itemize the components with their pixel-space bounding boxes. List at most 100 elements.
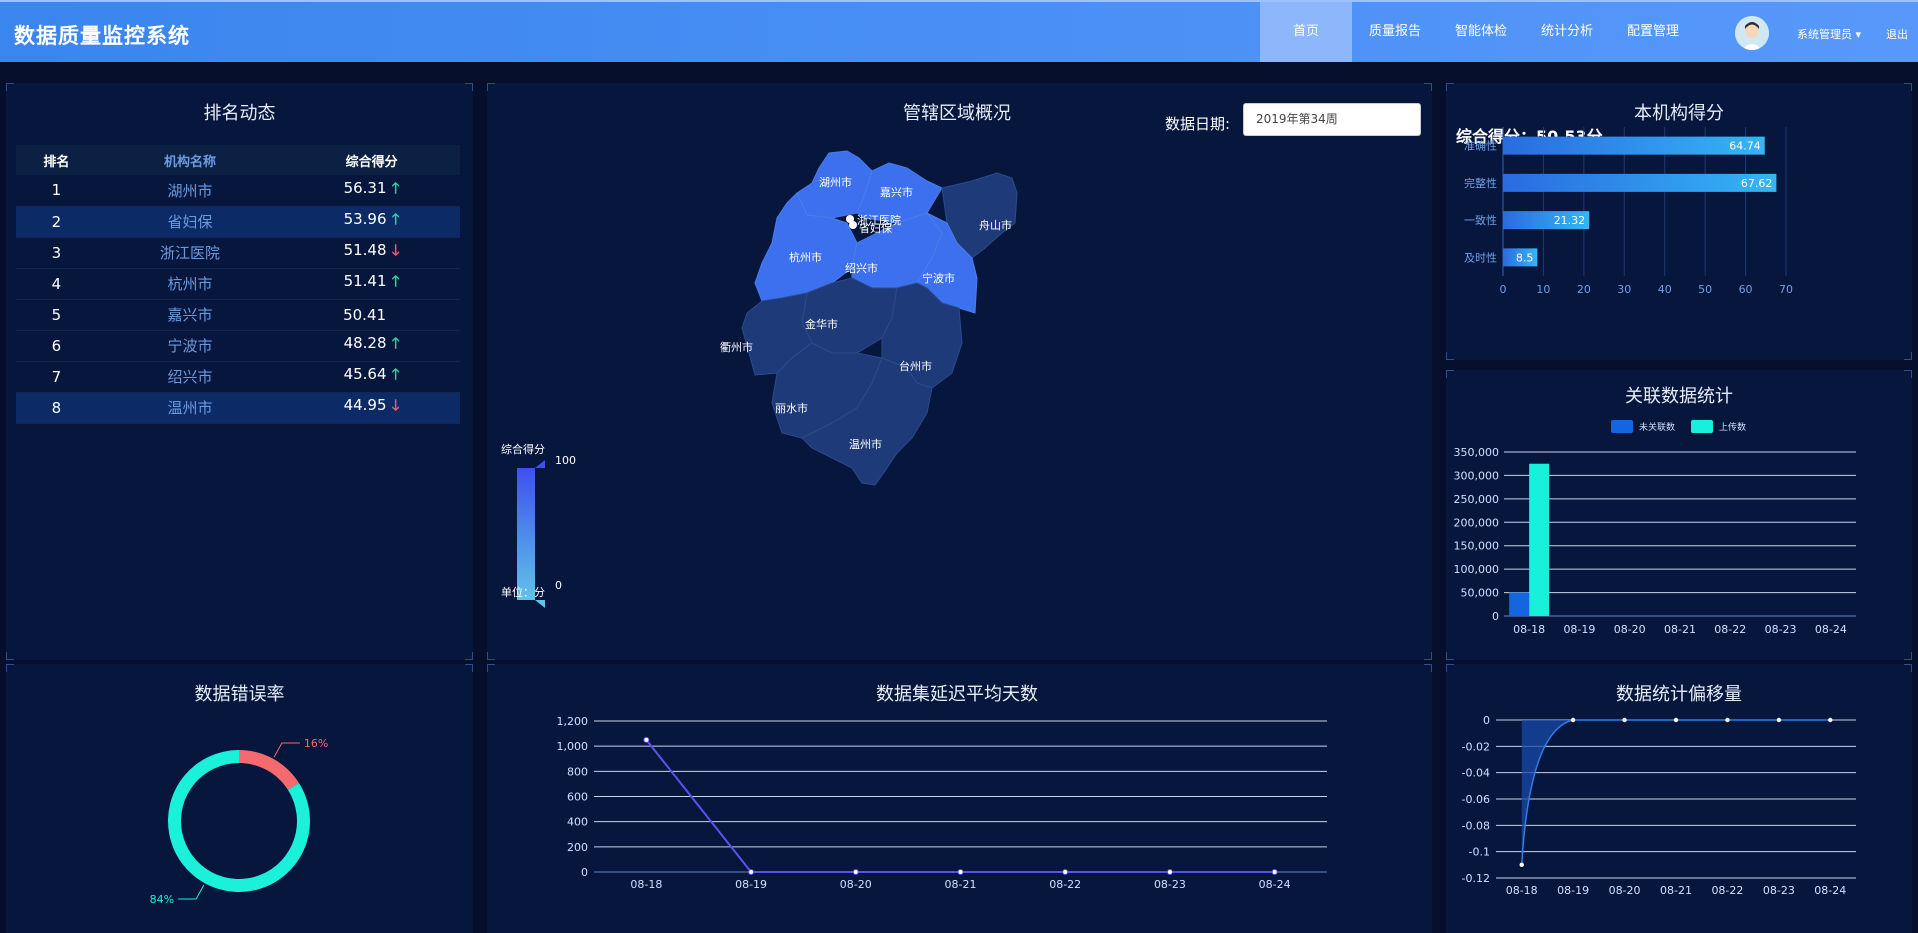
org-name-cell[interactable]: 绍兴市: [96, 361, 284, 393]
x-tick-label: 60: [1739, 283, 1753, 296]
series-line: [645, 739, 1275, 873]
score-cell: 51.48 🡓: [283, 237, 460, 269]
nav-quality-report[interactable]: 质量报告: [1352, 2, 1438, 62]
score-cell: 48.28 🡑: [283, 330, 460, 362]
score-value: 50.41: [343, 305, 387, 324]
score-value: 56.31: [343, 178, 387, 197]
series-line: [1520, 719, 1831, 865]
region-label-zhoushan: 舟山市: [979, 218, 1012, 232]
bar: [1503, 136, 1765, 155]
table-row[interactable]: 3 浙江医院 51.48 🡓: [16, 237, 460, 269]
legend-unit: 单位：分: [501, 585, 545, 599]
error-rate-panel: 数据错误率 16% 84%: [6, 664, 473, 933]
user-menu[interactable]: 系统管理员 ▾: [1797, 26, 1861, 42]
x-tick-label: 08-24: [1814, 884, 1846, 897]
x-tick-label: 08-22: [1714, 623, 1746, 636]
ranking-panel: 排名动态 排名 机构名称 综合得分 1 湖州市 56.31 🡑 2 省妇保 53.96 🡑…: [6, 83, 473, 660]
bar: [1503, 173, 1777, 192]
nav-home[interactable]: 首页: [1260, 2, 1352, 62]
y-tick-label: 350,000: [1454, 446, 1500, 459]
nav-smart-check[interactable]: 智能体检: [1438, 2, 1524, 62]
ranking-table: 排名 机构名称 综合得分 1 湖州市 56.31 🡑 2 省妇保 53.96 🡑 3 浙江医院…: [16, 145, 460, 424]
legend-handle-top[interactable]: [535, 460, 545, 468]
data-point: [957, 869, 964, 875]
org-name-cell[interactable]: 嘉兴市: [96, 299, 284, 331]
data-point: [1622, 717, 1627, 723]
x-tick-label: 08-20: [840, 878, 872, 891]
data-point: [1166, 869, 1173, 875]
data-point: [1062, 869, 1069, 875]
arrow-up-icon: 🡑: [386, 334, 400, 352]
region-label-shaoxing: 绍兴市: [845, 261, 878, 275]
region-label-huzhou: 湖州市: [819, 175, 852, 189]
user-name: 系统管理员: [1797, 28, 1852, 41]
score-cell: 53.96 🡑: [283, 206, 460, 238]
data-point: [1725, 717, 1730, 723]
y-tick-label: 1,200: [557, 715, 589, 728]
label-leader: [178, 884, 205, 900]
error-rate-chart: 16% 84%: [150, 737, 329, 906]
org-name-cell[interactable]: 温州市: [96, 392, 284, 424]
table-row[interactable]: 8 温州市 44.95 🡓: [16, 392, 460, 424]
region-label-taizhou: 台州市: [899, 359, 932, 373]
relation-chart: 未关联数 上传数 0 50,000 100,000 150,000 200,000 250,0…: [1454, 420, 1856, 636]
y-tick-label: 一致性: [1464, 213, 1497, 227]
org-name-cell[interactable]: 省妇保: [96, 206, 284, 238]
table-row[interactable]: 7 绍兴市 45.64 🡑: [16, 361, 460, 393]
nav-statistics[interactable]: 统计分析: [1524, 2, 1610, 62]
marker-fubao[interactable]: [849, 221, 857, 229]
table-row[interactable]: 2 省妇保 53.96 🡑: [16, 206, 460, 238]
legend-label: 未关联数: [1639, 421, 1675, 433]
y-tick-label: 600: [567, 791, 588, 804]
score-cell: 45.64 🡑: [283, 361, 460, 393]
y-tick-label: -0.1: [1469, 846, 1490, 859]
avatar[interactable]: [1735, 16, 1769, 50]
table-row[interactable]: 5 嘉兴市 50.41: [16, 299, 460, 331]
table-row[interactable]: 1 湖州市 56.31 🡑: [16, 175, 460, 207]
org-name-cell[interactable]: 浙江医院: [96, 237, 284, 269]
error-slice: [239, 750, 299, 790]
x-tick-label: 08-21: [1660, 884, 1692, 897]
score-value: 51.48: [343, 241, 387, 259]
org-name-cell[interactable]: 杭州市: [96, 268, 284, 300]
legend-gradient[interactable]: [517, 468, 535, 600]
x-tick-label: 50: [1698, 283, 1712, 296]
y-tick-label: 完整性: [1464, 176, 1497, 190]
org-name-cell[interactable]: 宁波市: [96, 330, 284, 362]
rank-cell: 6: [16, 330, 97, 362]
org-name-cell[interactable]: 湖州市: [96, 175, 284, 207]
x-tick-label: 40: [1658, 283, 1672, 296]
x-tick-label: 08-20: [1614, 623, 1646, 636]
x-tick-label: 08-18: [630, 878, 662, 891]
x-tick-label: 08-18: [1506, 884, 1538, 897]
y-tick-label: 300,000: [1454, 469, 1500, 482]
x-tick-label: 08-21: [1664, 623, 1696, 636]
x-tick-label: 08-24: [1259, 878, 1291, 891]
rank-cell: 4: [16, 268, 97, 300]
rank-cell: 1: [16, 175, 97, 207]
logout-link[interactable]: 退出: [1886, 26, 1908, 42]
table-row[interactable]: 6 宁波市 48.28 🡑: [16, 330, 460, 362]
top-bar: 数据质量监控系统 首页 质量报告 智能体检 统计分析 配置管理 系统管理员 ▾ …: [0, 0, 1918, 62]
delay-panel: 数据集延迟平均天数 0 200 400 600 800 1,000 1,200 08-18 08…: [487, 664, 1432, 933]
nav-config[interactable]: 配置管理: [1610, 2, 1696, 62]
org-score-panel: 本机构得分 综合得分：50.53分 0 10 20 30 40 50 60 70 准确性 64.7…: [1446, 83, 1912, 360]
offset-chart: 0 -0.02 -0.04 -0.06 -0.08 -0.1 -0.12 08-18 08-19…: [1462, 714, 1856, 897]
table-row[interactable]: 4 杭州市 51.41 🡑: [16, 268, 460, 300]
region-label-quzhou: 衢州市: [720, 340, 753, 354]
y-tick-label: 250,000: [1454, 493, 1500, 506]
x-tick-label: 08-22: [1049, 878, 1081, 891]
arrow-down-icon: 🡓: [386, 396, 400, 414]
score-value: 51.41: [343, 272, 387, 290]
slice-label: 84%: [150, 893, 174, 906]
data-point: [1570, 717, 1576, 723]
chevron-down-icon: ▾: [1855, 28, 1862, 41]
x-tick-label: 08-19: [1563, 623, 1595, 636]
label-leader: [273, 742, 300, 758]
rank-cell: 2: [16, 206, 97, 238]
legend-label: 上传数: [1719, 421, 1746, 433]
legend-handle-bottom[interactable]: [535, 600, 545, 608]
legend-title: 综合得分: [501, 442, 545, 456]
bar-value-label: 67.62: [1741, 177, 1773, 190]
x-tick-label: 08-23: [1154, 878, 1186, 891]
